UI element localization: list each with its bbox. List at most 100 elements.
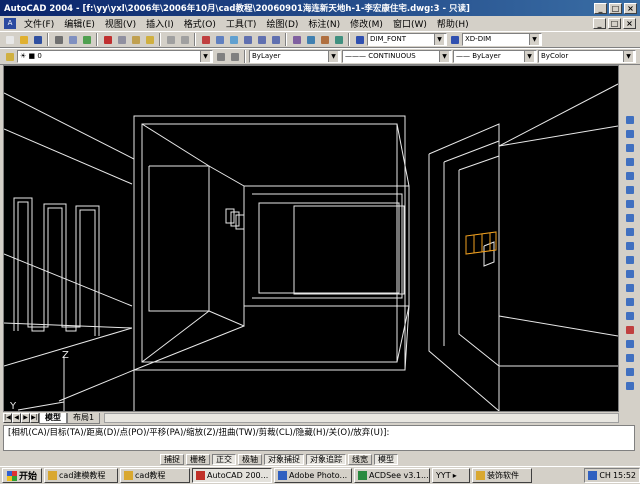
taskbar-item[interactable]: Adobe Photo... — [274, 468, 353, 483]
break-icon[interactable] — [623, 267, 636, 279]
bike-icon[interactable] — [623, 323, 636, 335]
print-preview-icon[interactable] — [66, 33, 79, 46]
close-button[interactable]: × — [624, 2, 637, 14]
erase-icon[interactable] — [623, 113, 636, 125]
otrack-toggle[interactable]: 对象追踪 — [306, 453, 346, 465]
menu-format[interactable]: 格式(O) — [179, 17, 221, 30]
trim-icon[interactable] — [623, 239, 636, 251]
autocad-icon[interactable]: A — [4, 18, 16, 29]
drawing-area[interactable]: Z Y — [3, 65, 619, 412]
paste-icon[interactable] — [129, 33, 142, 46]
tab-model[interactable]: 模型 — [39, 412, 67, 424]
ortho-toggle[interactable]: 正交 — [212, 453, 236, 465]
edit-hatch-icon[interactable] — [623, 379, 636, 391]
minimize-button[interactable]: _ — [594, 2, 607, 14]
tool-palettes-icon[interactable] — [318, 33, 331, 46]
pan-icon[interactable] — [227, 33, 240, 46]
hyperlink-icon[interactable] — [199, 33, 212, 46]
start-button[interactable]: 开始 — [2, 468, 43, 483]
stretch-icon[interactable] — [623, 225, 636, 237]
chamfer-icon[interactable] — [623, 281, 636, 293]
linetype-select[interactable]: ——— CONTINUOUS ▼ — [342, 50, 452, 63]
extend-icon[interactable] — [623, 253, 636, 265]
mirror-icon[interactable] — [623, 141, 636, 153]
doc-minimize-button[interactable]: _ — [593, 18, 606, 29]
taskbar-item[interactable]: ACDSee v3.1... — [354, 468, 431, 483]
menu-draw[interactable]: 绘图(D) — [261, 17, 303, 30]
taskbar-item[interactable]: YYT ▸ — [432, 468, 471, 483]
last-tab-button[interactable]: ▶| — [30, 413, 39, 423]
cut-icon[interactable] — [101, 33, 114, 46]
layer-manager-icon[interactable] — [3, 50, 16, 63]
menu-view[interactable]: 视图(V) — [100, 17, 141, 30]
taskbar-item[interactable]: cad教程 — [120, 468, 191, 483]
menu-file[interactable]: 文件(F) — [19, 17, 59, 30]
language-indicator[interactable]: CH — [599, 471, 611, 480]
design-center-icon[interactable] — [304, 33, 317, 46]
zoom-window-icon[interactable] — [255, 33, 268, 46]
menu-modify[interactable]: 修改(M) — [345, 17, 388, 30]
chevron-down-icon[interactable]: ▼ — [623, 51, 633, 62]
print-icon[interactable] — [52, 33, 65, 46]
move-icon[interactable] — [623, 183, 636, 195]
menu-window[interactable]: 窗口(W) — [388, 17, 432, 30]
menu-edit[interactable]: 编辑(E) — [59, 17, 100, 30]
layer-previous-icon[interactable] — [228, 50, 241, 63]
model-toggle[interactable]: 模型 — [374, 453, 398, 465]
chevron-down-icon[interactable]: ▼ — [524, 51, 534, 62]
osnap-toggle[interactable]: 对象捕捉 — [264, 453, 304, 465]
command-window[interactable]: [相机(CA)/目标(TA)/距离(D)/点(PO)/平移(PA)/缩放(Z)/… — [3, 425, 635, 451]
edit-polyline-icon[interactable] — [623, 351, 636, 363]
rotate-icon[interactable] — [623, 197, 636, 209]
make-object-layer-current-icon[interactable] — [214, 50, 227, 63]
offset-icon[interactable] — [623, 155, 636, 167]
next-tab-button[interactable]: ▶ — [21, 413, 30, 423]
zoom-realtime-icon[interactable] — [241, 33, 254, 46]
lineweight-toggle[interactable]: 线宽 — [348, 453, 372, 465]
chevron-down-icon[interactable]: ▼ — [328, 51, 338, 62]
explode-icon[interactable] — [623, 309, 636, 321]
taskbar-item[interactable]: 装饰软件 — [472, 468, 533, 483]
array-icon[interactable] — [623, 169, 636, 181]
save-icon[interactable] — [31, 33, 44, 46]
dim-style-icon[interactable] — [448, 33, 461, 46]
menu-dimension[interactable]: 标注(N) — [303, 17, 345, 30]
prev-tab-button[interactable]: ◀ — [12, 413, 21, 423]
snap-toggle[interactable]: 捕捉 — [160, 453, 184, 465]
chevron-down-icon[interactable]: ▼ — [439, 51, 449, 62]
taskbar-item[interactable]: cad建模教程 — [44, 468, 119, 483]
redo-icon[interactable] — [178, 33, 191, 46]
zoom-previous-icon[interactable] — [269, 33, 282, 46]
chevron-down-icon[interactable]: ▼ — [434, 34, 444, 45]
layer-select[interactable]: ☀ ■ 0 ▼ — [17, 50, 213, 63]
color-select[interactable]: ByLayer ▼ — [249, 50, 341, 63]
tab-layout1[interactable]: 布局1 — [67, 412, 101, 424]
lineweight-select[interactable]: —— ByLayer ▼ — [453, 50, 537, 63]
match-properties-icon[interactable] — [143, 33, 156, 46]
help-icon[interactable] — [332, 33, 345, 46]
doc-restore-button[interactable]: □ — [608, 18, 621, 29]
open-file-icon[interactable] — [17, 33, 30, 46]
plotstyle-select[interactable]: ByColor ▼ — [538, 50, 636, 63]
undo-icon[interactable] — [164, 33, 177, 46]
join-icon[interactable] — [623, 337, 636, 349]
polar-toggle[interactable]: 极轴 — [238, 453, 262, 465]
language-icon[interactable] — [588, 471, 598, 480]
text-style-icon[interactable] — [353, 33, 366, 46]
new-file-icon[interactable] — [3, 33, 16, 46]
menu-help[interactable]: 帮助(H) — [432, 17, 474, 30]
menu-insert[interactable]: 插入(I) — [141, 17, 179, 30]
chevron-down-icon[interactable]: ▼ — [529, 34, 539, 45]
dim-style-select[interactable]: XD-DIM ▼ — [462, 33, 542, 46]
menu-tools[interactable]: 工具(T) — [221, 17, 262, 30]
copy-icon[interactable] — [115, 33, 128, 46]
maximize-button[interactable]: □ — [609, 2, 622, 14]
doc-close-button[interactable]: × — [623, 18, 636, 29]
first-tab-button[interactable]: |◀ — [3, 413, 12, 423]
edit-spline-icon[interactable] — [623, 365, 636, 377]
taskbar-item-autocad[interactable]: AutoCAD 200... — [192, 468, 273, 483]
3d-orbit-icon[interactable] — [213, 33, 226, 46]
grid-toggle[interactable]: 栅格 — [186, 453, 210, 465]
scale-icon[interactable] — [623, 211, 636, 223]
publish-icon[interactable] — [80, 33, 93, 46]
